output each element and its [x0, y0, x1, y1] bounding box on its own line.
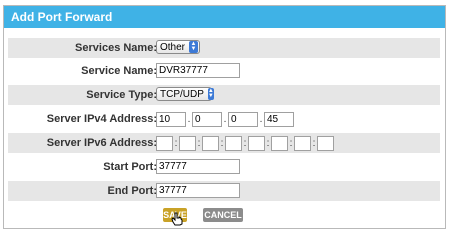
ipv6-segment-8[interactable] — [317, 135, 334, 151]
start-port-field[interactable]: 37777 — [156, 159, 240, 175]
ipv4-row: Server IPv4 Address: 10 . 0 . 0 . 45 — [8, 109, 440, 129]
service-name-row: Service Name: DVR37777 — [8, 61, 440, 81]
service-type-value: TCP/UDP — [160, 88, 204, 100]
services-name-select[interactable]: Other ▲ ▼ — [156, 40, 200, 56]
add-port-forward-panel: Add Port Forward Services Name: Other ▲ ▼… — [3, 5, 446, 229]
ipv6-row: Server IPv6 Address: : : : : : : : — [8, 133, 440, 153]
ipv4-octet-3[interactable]: 0 — [228, 111, 258, 127]
service-type-row: Service Type: TCP/UDP ▲ ▼ — [8, 85, 440, 105]
button-row: SAVE CANCEL — [8, 208, 440, 224]
ipv6-segment-6[interactable] — [271, 135, 288, 151]
end-port-label: End Port: — [107, 185, 158, 197]
ipv6-segment-7[interactable] — [294, 135, 311, 151]
end-port-row: End Port: 37777 — [8, 181, 440, 201]
start-port-value: 37777 — [156, 159, 240, 174]
select-arrows-icon: ▲ ▼ — [189, 41, 198, 53]
ipv6-label: Server IPv6 Address: — [46, 137, 157, 149]
ipv4-label: Server IPv4 Address: — [46, 113, 157, 125]
services-name-label: Services Name: — [75, 42, 157, 54]
ipv4-address-field: 10 . 0 . 0 . 45 — [156, 111, 294, 127]
ipv6-segment-2[interactable] — [179, 135, 196, 151]
ipv6-segment-3[interactable] — [202, 135, 219, 151]
end-port-field[interactable]: 37777 — [156, 183, 240, 199]
service-name-label: Service Name: — [81, 65, 157, 77]
services-name-row: Services Name: Other ▲ ▼ — [8, 38, 440, 58]
ipv6-address-field: : : : : : : : — [156, 135, 334, 151]
service-name-field[interactable]: DVR37777 — [156, 63, 240, 79]
service-type-label: Service Type: — [86, 89, 157, 101]
ipv4-octet-1[interactable]: 10 — [156, 111, 186, 127]
ipv6-segment-5[interactable] — [248, 135, 265, 151]
start-port-label: Start Port: — [103, 161, 157, 173]
services-name-value: Other — [160, 41, 186, 53]
service-name-value: DVR37777 — [156, 63, 240, 78]
end-port-value: 37777 — [156, 183, 240, 198]
start-port-row: Start Port: 37777 — [8, 157, 440, 177]
panel-title: Add Port Forward — [4, 6, 445, 28]
ipv4-octet-4[interactable]: 45 — [264, 111, 294, 127]
cancel-button[interactable]: CANCEL — [203, 208, 243, 222]
hand-cursor-icon — [171, 212, 183, 226]
ipv6-segment-4[interactable] — [225, 135, 242, 151]
service-type-select[interactable]: TCP/UDP ▲ ▼ — [156, 87, 214, 103]
ipv4-octet-2[interactable]: 0 — [192, 111, 222, 127]
select-arrows-icon: ▲ ▼ — [207, 88, 214, 100]
ipv6-segment-1[interactable] — [156, 135, 173, 151]
